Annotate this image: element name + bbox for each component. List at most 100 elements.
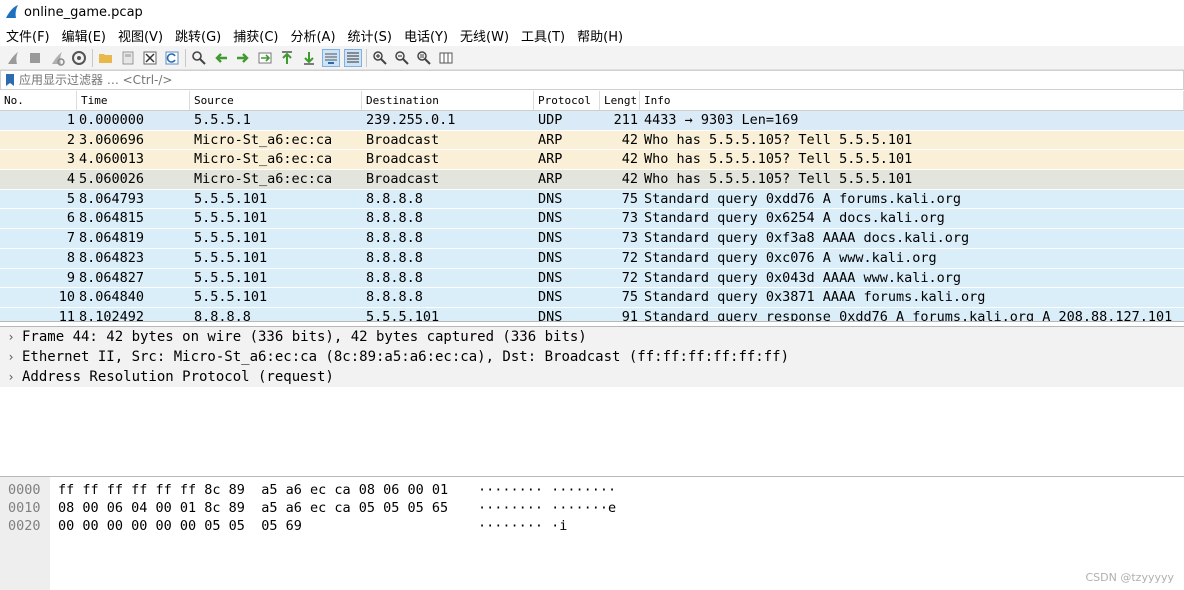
column-header-protocol[interactable]: Protocol <box>534 91 600 110</box>
column-header-info[interactable]: Info <box>640 91 1184 110</box>
column-header-destination[interactable]: Destination <box>362 91 534 110</box>
packet-no: 2 <box>66 131 75 148</box>
packet-row[interactable]: 1 0.000000 5.5.5.1 239.255.0.1 UDP 211 4433 → … <box>0 111 1184 131</box>
go-last-packet-icon[interactable] <box>300 49 318 67</box>
zoom-normal-icon[interactable] <box>415 49 433 67</box>
packet-destination: 8.8.8.8 <box>366 249 423 266</box>
bytes-ascii[interactable]: ········ ·i <box>470 517 567 535</box>
packet-destination: Broadcast <box>366 151 440 168</box>
expand-chevron-icon[interactable]: › <box>0 350 22 364</box>
packet-row[interactable]: 4 5.060026 Micro-St_a6:ec:ca Broadcast ARP 42… <box>0 170 1184 190</box>
packet-time: 8.064840 <box>79 289 145 306</box>
find-packet-icon[interactable] <box>190 49 208 67</box>
bytes-hex[interactable]: ff ff ff ff ff ff 8c 89 a5 a6 ec ca 08 0… <box>50 481 470 499</box>
packet-source: 5.5.5.101 <box>194 210 268 227</box>
menu-file[interactable]: 文件(F) <box>2 26 54 45</box>
menu-go[interactable]: 跳转(G) <box>171 26 225 45</box>
packet-length: 42 <box>621 131 638 148</box>
packet-protocol: ARP <box>538 131 563 148</box>
packet-row[interactable]: 6 8.064815 5.5.5.101 8.8.8.8 DNS 73 Standard q… <box>0 209 1184 230</box>
packet-length: 75 <box>621 190 638 207</box>
menu-capture[interactable]: 捕获(C) <box>229 26 282 45</box>
go-forward-icon[interactable] <box>234 49 252 67</box>
packet-info: 4433 → 9303 Len=169 <box>644 112 799 128</box>
packet-row[interactable]: 7 8.064819 5.5.5.101 8.8.8.8 DNS 73 Standard q… <box>0 229 1184 249</box>
packet-row[interactable]: 11 8.102492 8.8.8.8 5.5.5.101 DNS 91 Standard … <box>0 307 1184 322</box>
packet-protocol: DNS <box>538 230 563 247</box>
column-header-time[interactable]: Time <box>77 91 190 110</box>
packet-info: Standard query 0xc076 A www.kali.org <box>644 249 937 266</box>
packet-no: 11 <box>58 308 75 322</box>
reload-file-icon[interactable] <box>163 49 181 67</box>
bytes-row[interactable]: 0000 ff ff ff ff ff ff 8c 89 a5 a6 ec ca… <box>0 481 616 499</box>
capture-options-icon[interactable] <box>70 49 88 67</box>
column-header-length[interactable]: Lengt <box>600 91 640 110</box>
bytes-hex[interactable]: 00 00 00 00 00 00 05 05 05 69 <box>50 517 470 535</box>
packet-protocol: ARP <box>538 151 563 168</box>
packet-info: Standard query response 0xdd76 A forums.… <box>644 308 1173 322</box>
go-back-icon[interactable] <box>212 49 230 67</box>
bytes-ascii[interactable]: ········ ·······e <box>470 499 616 517</box>
go-first-packet-icon[interactable] <box>278 49 296 67</box>
expand-chevron-icon[interactable]: › <box>0 330 22 344</box>
display-filter-bar <box>0 70 1184 90</box>
resize-columns-icon[interactable] <box>437 49 455 67</box>
menu-statistics[interactable]: 统计(S) <box>344 26 396 45</box>
packet-protocol: DNS <box>538 190 563 207</box>
start-capture-icon[interactable] <box>4 49 22 67</box>
display-filter-input[interactable] <box>19 73 619 87</box>
packet-bytes-pane: 0000 ff ff ff ff ff ff 8c 89 a5 a6 ec ca… <box>0 476 1184 590</box>
bytes-row[interactable]: 0010 08 00 06 04 00 01 8c 89 a5 a6 ec ca… <box>0 499 616 517</box>
open-file-icon[interactable] <box>97 49 115 67</box>
colorize-icon[interactable] <box>344 48 362 67</box>
detail-frame[interactable]: › Frame 44: 42 bytes on wire (336 bits),… <box>0 327 1184 347</box>
detail-ethernet[interactable]: › Ethernet II, Src: Micro-St_a6:ec:ca (8… <box>0 347 1184 367</box>
packet-row[interactable]: 10 8.064840 5.5.5.101 8.8.8.8 DNS 75 Standard … <box>0 288 1184 308</box>
packet-length: 73 <box>621 230 638 247</box>
bytes-row[interactable]: 0020 00 00 00 00 00 00 05 05 05 69 ·····… <box>0 517 567 535</box>
packet-row[interactable]: 9 8.064827 5.5.5.101 8.8.8.8 DNS 72 Standard q… <box>0 268 1184 289</box>
close-file-icon[interactable] <box>141 49 159 67</box>
bytes-ascii[interactable]: ········ ········ <box>470 481 616 499</box>
menu-analyze[interactable]: 分析(A) <box>286 26 339 45</box>
packet-time: 5.060026 <box>79 171 145 188</box>
menu-help[interactable]: 帮助(H) <box>573 26 627 45</box>
title-bar: online_game.pcap <box>0 0 1184 24</box>
packet-no: 1 <box>66 112 75 128</box>
menu-edit[interactable]: 编辑(E) <box>58 26 110 45</box>
packet-row[interactable]: 3 4.060013 Micro-St_a6:ec:ca Broadcast ARP 42… <box>0 150 1184 171</box>
go-to-packet-icon[interactable] <box>256 49 274 67</box>
packet-row[interactable]: 2 3.060696 Micro-St_a6:ec:ca Broadcast ARP 42… <box>0 130 1184 151</box>
column-header-no[interactable]: No. <box>0 91 77 110</box>
column-header-source[interactable]: Source <box>190 91 362 110</box>
bytes-hex[interactable]: 08 00 06 04 00 01 8c 89 a5 a6 ec ca 05 0… <box>50 499 470 517</box>
packet-time: 3.060696 <box>79 131 145 148</box>
packet-destination: 8.8.8.8 <box>366 289 423 306</box>
packet-info: Standard query 0xf3a8 AAAA docs.kali.org <box>644 230 970 247</box>
menu-telephony[interactable]: 电话(Y) <box>400 26 452 45</box>
detail-arp[interactable]: › Address Resolution Protocol (request) <box>0 367 1184 387</box>
filter-bookmark-icon[interactable] <box>5 74 15 86</box>
packet-protocol: DNS <box>538 308 563 322</box>
stop-capture-icon[interactable] <box>26 49 44 67</box>
toolbar-separator <box>92 48 93 67</box>
packet-destination: Broadcast <box>366 171 440 188</box>
packet-length: 211 <box>613 112 638 128</box>
menu-wireless[interactable]: 无线(W) <box>456 26 513 45</box>
packet-length: 42 <box>621 171 638 188</box>
menu-tools[interactable]: 工具(T) <box>517 26 569 45</box>
restart-capture-icon[interactable] <box>48 49 66 67</box>
packet-list: No. Time Source Destination Protocol Len… <box>0 91 1184 322</box>
packet-length: 75 <box>621 289 638 306</box>
menu-view[interactable]: 视图(V) <box>114 26 167 45</box>
packet-info: Who has 5.5.5.105? Tell 5.5.5.101 <box>644 171 913 188</box>
zoom-out-icon[interactable] <box>393 49 411 67</box>
zoom-in-icon[interactable] <box>371 49 389 67</box>
autoscroll-icon[interactable] <box>322 48 340 67</box>
packet-row[interactable]: 5 8.064793 5.5.5.101 8.8.8.8 DNS 75 Standard q… <box>0 189 1184 210</box>
save-file-icon[interactable] <box>119 49 137 67</box>
packet-destination: 239.255.0.1 <box>366 112 456 128</box>
expand-chevron-icon[interactable]: › <box>0 370 22 384</box>
packet-row[interactable]: 8 8.064823 5.5.5.101 8.8.8.8 DNS 72 Standard q… <box>0 248 1184 269</box>
packet-destination: 8.8.8.8 <box>366 269 423 286</box>
